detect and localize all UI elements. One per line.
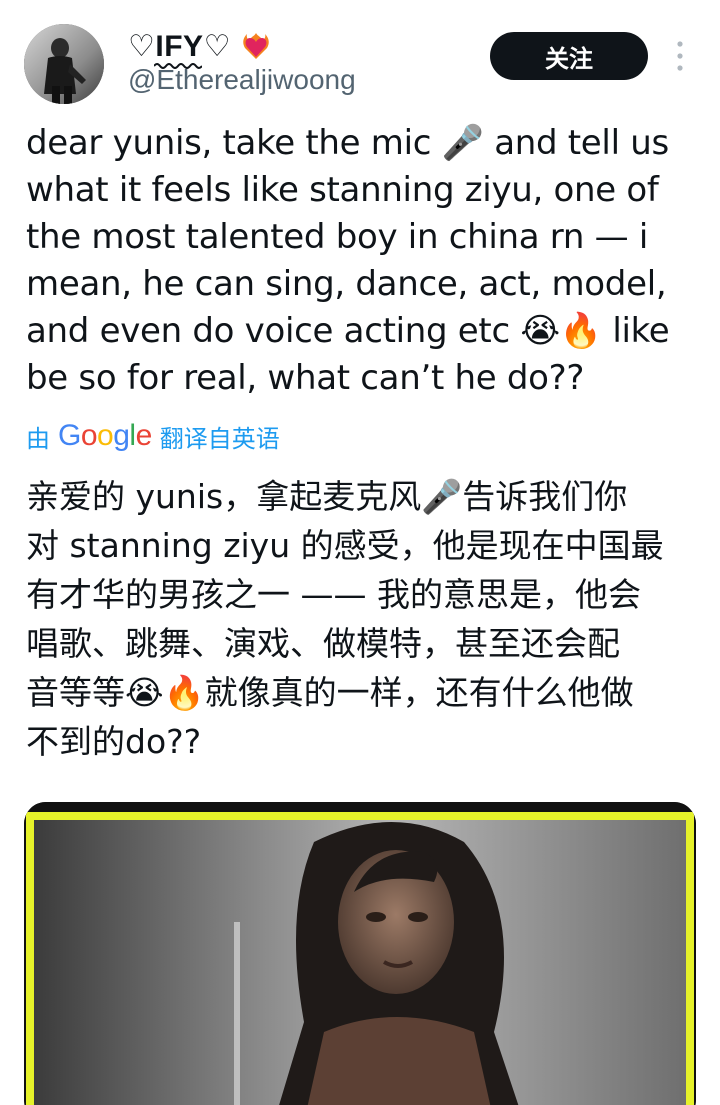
author-name-row[interactable]: ♡IFY♡ <box>128 28 271 69</box>
author-display-name[interactable]: ♡IFY♡ <box>128 29 231 69</box>
translation-attribution[interactable]: 由 Google 翻译自英语 <box>26 416 280 456</box>
tweet-header: ♡IFY♡ @Etherealjiwoong 关注 <box>0 0 720 110</box>
photo-image <box>24 802 696 1105</box>
tweet-photo[interactable] <box>24 802 696 1105</box>
translated-by-label: 由 <box>26 424 50 453</box>
google-logo: Google <box>58 419 152 452</box>
translated-from-label[interactable]: 翻译自英语 <box>160 419 280 454</box>
follow-button[interactable]: 关注 <box>490 32 648 80</box>
avatar-photo <box>24 24 104 104</box>
more-options-icon[interactable] <box>668 36 692 76</box>
avatar[interactable] <box>24 24 104 104</box>
translated-tweet-text: 亲爱的 yunis，拿起麦克风🎤告诉我们你 对 stanning ziyu 的感… <box>26 477 664 761</box>
tweet-body-text: dear yunis, take the mic 🎤 and tell us w… <box>26 123 670 398</box>
heart-on-fire-icon <box>241 31 271 61</box>
author-handle[interactable]: @Etherealjiwoong <box>128 64 356 96</box>
